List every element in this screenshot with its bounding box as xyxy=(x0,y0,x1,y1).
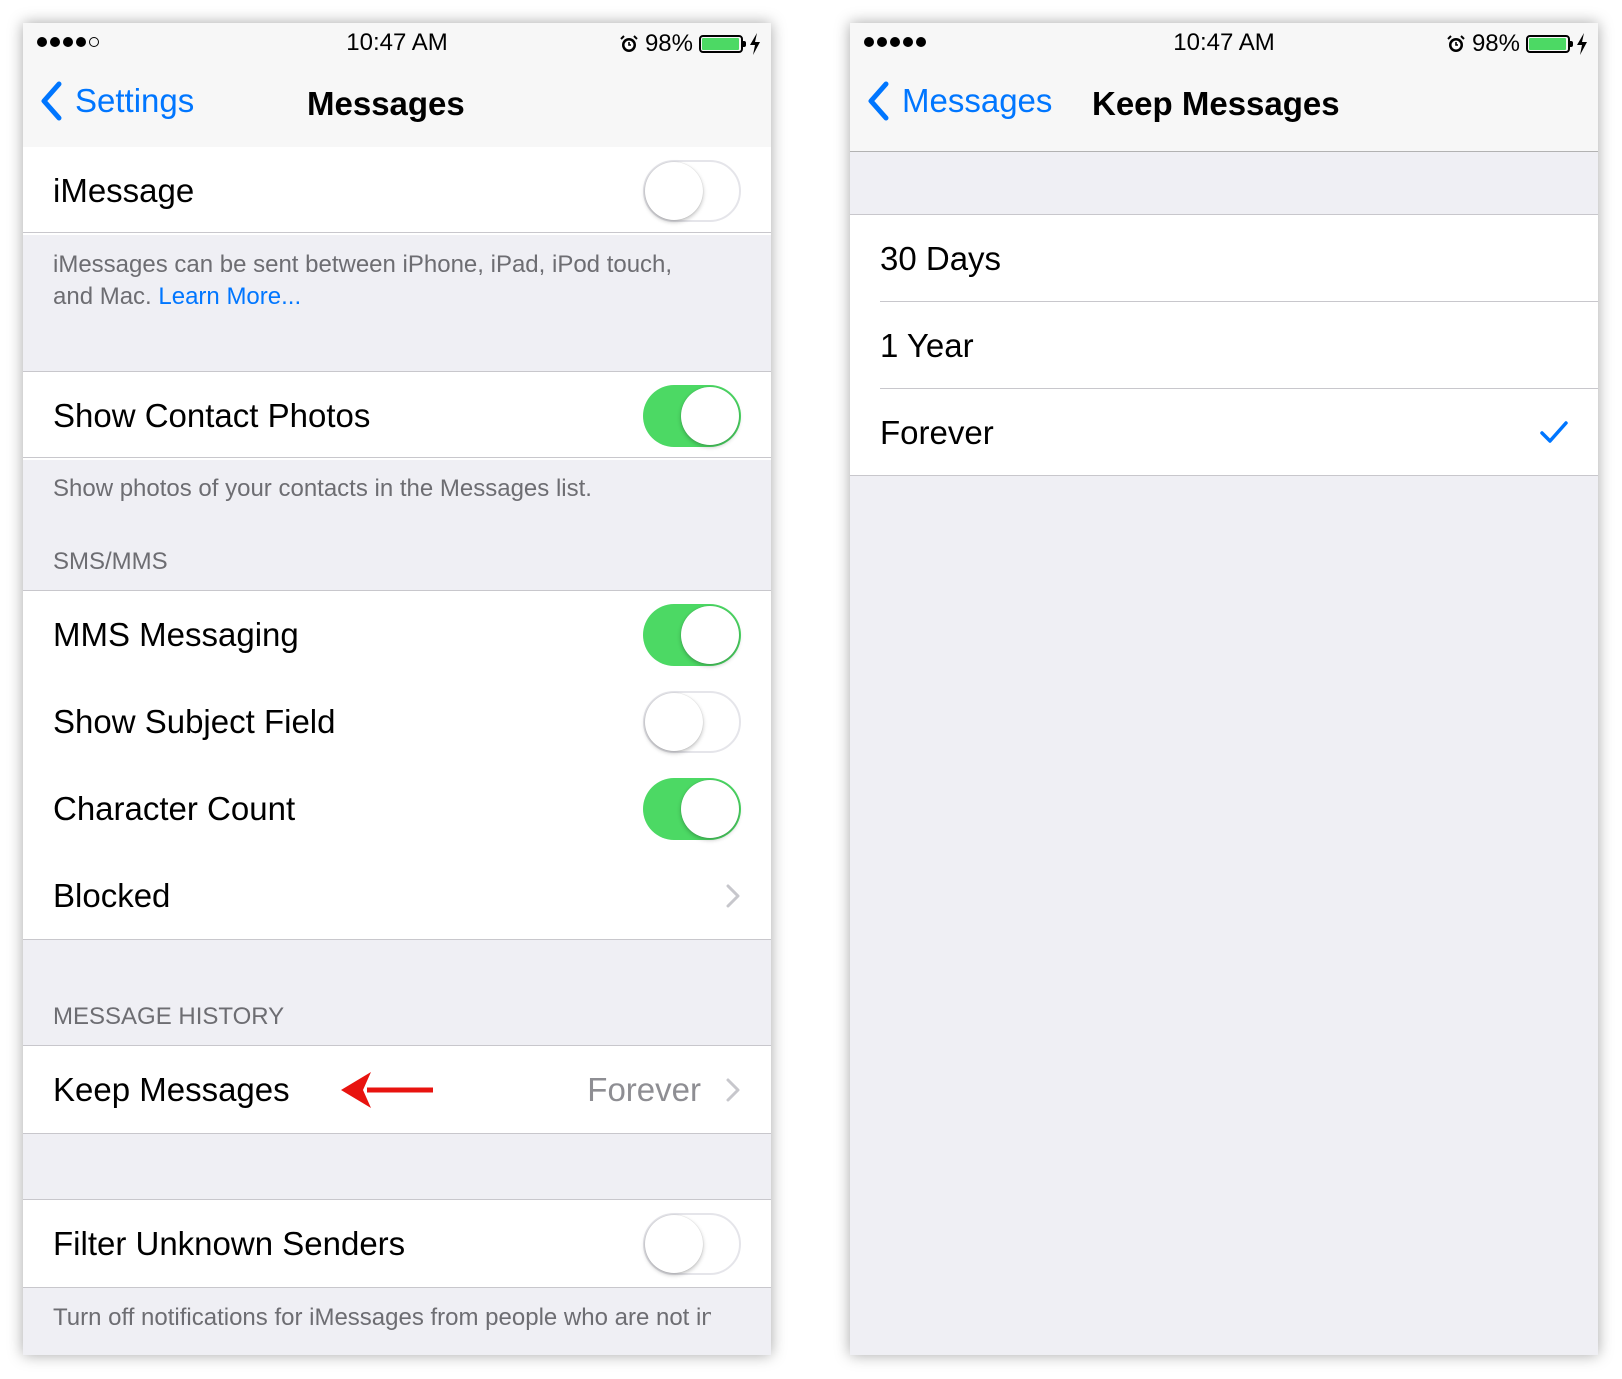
status-bar: 10:47 AM 98% xyxy=(850,23,1598,65)
sms-mms-header: SMS/MMS xyxy=(53,548,168,575)
show-contact-photos-toggle[interactable] xyxy=(643,385,741,447)
mms-messaging-row: MMS Messaging xyxy=(23,591,771,679)
red-arrow-icon xyxy=(341,1072,433,1108)
imessage-toggle[interactable] xyxy=(643,160,741,222)
filter-footer: Turn off notifications for iMessages fro… xyxy=(53,1304,711,1331)
battery-level xyxy=(1529,38,1567,50)
chevron-right-icon xyxy=(726,884,740,908)
phone-screen-messages-settings: 10:47 AM 98% Settings Messages iMessage … xyxy=(23,23,771,1355)
option-label: 30 Days xyxy=(880,240,1002,277)
phone-screen-keep-messages: 10:47 AM 98% Messages Keep Messages 30 D… xyxy=(850,23,1598,1355)
option-label: 1 Year xyxy=(880,327,974,364)
show-contact-photos-row: Show Contact Photos xyxy=(23,372,771,460)
keep-messages-label: Keep Messages xyxy=(53,1071,290,1108)
imessage-label: iMessage xyxy=(53,172,195,209)
blocked-row[interactable]: Blocked xyxy=(23,852,771,940)
option-row[interactable]: Forever xyxy=(850,389,1598,476)
battery-icon xyxy=(699,35,746,53)
mms-messaging-label: MMS Messaging xyxy=(53,616,299,653)
filter-unknown-senders-row: Filter Unknown Senders xyxy=(23,1200,771,1288)
navigation-bar: 10:47 AM 98% Messages Keep Messages xyxy=(850,23,1598,152)
page-title: Keep Messages xyxy=(1092,85,1340,122)
message-history-header: MESSAGE HISTORY xyxy=(53,1003,285,1030)
filter-unknown-senders-label: Filter Unknown Senders xyxy=(53,1225,406,1262)
battery-icon xyxy=(1526,35,1573,53)
keep-messages-value: Forever xyxy=(587,1071,701,1108)
chevron-left-icon xyxy=(868,81,889,121)
back-label: Messages xyxy=(902,82,1053,119)
alarm-icon xyxy=(620,35,638,52)
option-row[interactable]: 1 Year xyxy=(850,302,1598,389)
show-subject-field-toggle[interactable] xyxy=(643,691,741,753)
page-title: Messages xyxy=(307,85,465,122)
contact-photos-footer: Show photos of your contacts in the Mess… xyxy=(53,475,592,502)
chevron-left-icon xyxy=(41,81,62,121)
alarm-icon xyxy=(1447,35,1465,52)
battery-percent: 98% xyxy=(644,30,693,57)
character-count-row: Character Count xyxy=(23,765,771,853)
battery-level xyxy=(702,38,740,50)
back-button-messages[interactable]: Messages xyxy=(866,81,1052,121)
learn-more-link[interactable]: Learn More... xyxy=(158,283,301,310)
imessage-row: iMessage xyxy=(23,147,771,235)
checkmark-icon xyxy=(1540,421,1568,443)
bolt-icon xyxy=(750,33,760,55)
battery-percent: 98% xyxy=(1471,30,1520,57)
imessage-footer: iMessages can be sent between iPhone, iP… xyxy=(53,251,673,310)
filter-unknown-senders-toggle[interactable] xyxy=(643,1213,741,1275)
character-count-label: Character Count xyxy=(53,790,296,827)
status-bar: 10:47 AM 98% xyxy=(23,23,771,65)
back-button-settings[interactable]: Settings xyxy=(39,81,194,121)
back-label: Settings xyxy=(75,82,195,119)
navigation-bar: 10:47 AM 98% Settings Messages xyxy=(23,23,771,152)
option-label: Forever xyxy=(880,414,994,451)
option-row[interactable]: 30 Days xyxy=(850,215,1598,302)
mms-messaging-toggle[interactable] xyxy=(643,604,741,666)
show-contact-photos-label: Show Contact Photos xyxy=(53,397,371,434)
chevron-right-icon xyxy=(726,1078,740,1102)
show-subject-field-label: Show Subject Field xyxy=(53,703,336,740)
character-count-toggle[interactable] xyxy=(643,778,741,840)
keep-messages-row[interactable]: Keep Messages Forever xyxy=(23,1046,771,1134)
show-subject-field-row: Show Subject Field xyxy=(23,678,771,766)
blocked-label: Blocked xyxy=(53,877,171,914)
bolt-icon xyxy=(1577,33,1587,55)
